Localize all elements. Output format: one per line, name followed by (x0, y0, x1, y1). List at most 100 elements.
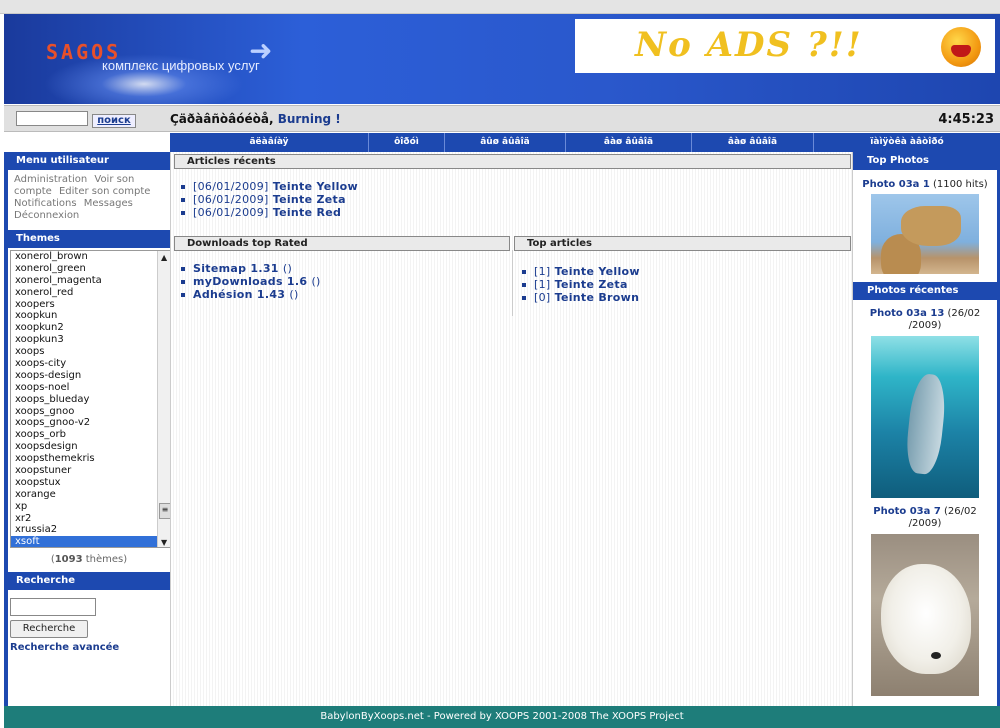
greeting-prefix: Çäðàâñòâóéòå, (170, 112, 274, 126)
article-date: [06/01/2009] (193, 180, 269, 193)
list-item[interactable]: Sitemap 1.31 () (179, 262, 321, 275)
polar-bear-photo[interactable] (871, 534, 979, 696)
top-articles-list: [1] Teinte Yellow [1] Teinte Zeta [0] Te… (520, 265, 640, 304)
theme-option[interactable]: xp (11, 501, 171, 513)
recent-photo-date-year: /2009) (908, 320, 942, 331)
search-button[interactable]: Recherche (10, 620, 88, 638)
scroll-up-icon[interactable]: ▲ (161, 253, 167, 262)
recent-photo-caption: Photo 03a 13 (26/02 /2009) (853, 308, 997, 332)
nav-item-5[interactable]: âàø âûâîä (692, 133, 814, 152)
theme-option-selected[interactable]: xsoft (11, 536, 171, 547)
theme-list-scrollbar[interactable]: ▲ ≡ ▼ (157, 251, 171, 547)
download-title[interactable]: Adhésion 1.43 (193, 288, 285, 301)
greeting-username: Burning ! (277, 112, 341, 126)
nav-item-4[interactable]: âàø âûâîä (566, 133, 692, 152)
theme-count-number: 1093 (54, 554, 83, 565)
search-bar: поиск Çäðàâñòâóéòå, Burning ! 4:45:23 (4, 105, 1000, 132)
user-menu-editer-compte[interactable]: Editer son compte (59, 186, 150, 197)
list-item[interactable]: [1] Teinte Yellow (520, 265, 640, 278)
nav-item-1[interactable]: ãëàâíàÿ (170, 133, 369, 152)
article-title[interactable]: Teinte Yellow (273, 180, 358, 193)
nav-item-3[interactable]: âûø âûâîä (445, 133, 566, 152)
right-sidebar: Top Photos Photo 03a 1 (1100 hits) Photo… (853, 152, 1000, 706)
greeting: Çäðàâñòâóéòå, Burning ! (170, 112, 341, 126)
nav-item-2[interactable]: ôîðóì (369, 133, 445, 152)
theme-option[interactable]: xoops_gnoo-v2 (11, 417, 171, 429)
recent-photo-name[interactable]: Photo 03a 7 (873, 506, 941, 517)
list-item[interactable]: myDownloads 1.6 () (179, 275, 321, 288)
arrow-right-icon: ➜ (249, 34, 273, 67)
theme-option[interactable]: xorange (11, 489, 171, 501)
advanced-search-link[interactable]: Recherche avancée (10, 642, 170, 653)
article-title[interactable]: Teinte Zeta (273, 193, 346, 206)
theme-option[interactable]: xoops_blueday (11, 394, 171, 406)
theme-option[interactable]: xoopstux (11, 477, 171, 489)
top-photo-caption: Photo 03a 1 (1100 hits) (853, 179, 997, 191)
download-count: () (289, 288, 299, 301)
theme-option[interactable]: xr2 (11, 513, 171, 525)
article-date: [06/01/2009] (193, 193, 269, 206)
user-menu-deconnexion[interactable]: Déconnexion (14, 210, 79, 221)
theme-option[interactable]: xoopkun (11, 310, 171, 322)
recent-photo-name[interactable]: Photo 03a 13 (870, 308, 945, 319)
top-photo-hits: (1100 hits) (933, 179, 988, 190)
camel-photo[interactable] (871, 194, 979, 274)
scroll-down-icon[interactable]: ▼ (161, 538, 167, 547)
top-articles-title: Top articles (514, 236, 851, 251)
list-item[interactable]: [06/01/2009] Teinte Zeta (179, 193, 358, 206)
search-input[interactable] (10, 598, 96, 616)
top-strip (0, 0, 1000, 14)
column-divider (512, 250, 513, 316)
ad-banner[interactable]: No ADS ?!! (575, 19, 995, 73)
theme-option[interactable]: xoops-city (11, 358, 171, 370)
downloads-list: Sitemap 1.31 () myDownloads 1.6 () Adhés… (179, 262, 321, 301)
theme-option[interactable]: xoopkun3 (11, 334, 171, 346)
smiley-icon (941, 27, 981, 67)
list-item[interactable]: [06/01/2009] Teinte Red (179, 206, 358, 219)
list-item[interactable]: [06/01/2009] Teinte Yellow (179, 180, 358, 193)
theme-option[interactable]: xonerol_magenta (11, 275, 171, 287)
user-menu-notifications[interactable]: Notifications (14, 198, 77, 209)
download-title[interactable]: myDownloads 1.6 (193, 275, 307, 288)
top-article-count: [1] (534, 278, 551, 291)
top-article-title[interactable]: Teinte Yellow (555, 265, 640, 278)
nav-item-6[interactable]: ïàìÿòêà àâòîðó (814, 133, 1000, 152)
recent-articles-title: Articles récents (174, 154, 851, 169)
article-date: [06/01/2009] (193, 206, 269, 219)
theme-option[interactable]: xonerol_green (11, 263, 171, 275)
theme-option[interactable]: xoopkun2 (11, 322, 171, 334)
top-article-title[interactable]: Teinte Brown (555, 291, 640, 304)
clock: 4:45:23 (938, 112, 994, 127)
left-sidebar: Menu utilisateur Administration Voir son… (4, 152, 172, 706)
theme-option[interactable]: xoopers (11, 299, 171, 311)
list-item[interactable]: [1] Teinte Zeta (520, 278, 640, 291)
theme-select-list[interactable]: xonerol_brown xonerol_green xonerol_mage… (10, 250, 172, 548)
downloads-title: Downloads top Rated (174, 236, 510, 251)
user-menu-messages[interactable]: Messages (84, 198, 133, 209)
theme-option[interactable]: xoops-design (11, 370, 171, 382)
top-article-title[interactable]: Teinte Zeta (555, 278, 628, 291)
main-content: Articles récents [06/01/2009] Teinte Yel… (170, 152, 853, 706)
theme-option[interactable]: xoops_gnoo (11, 406, 171, 418)
theme-option[interactable]: xoopstuner (11, 465, 171, 477)
theme-option[interactable]: xonerol_brown (11, 251, 171, 263)
theme-option[interactable]: xrussia2 (11, 524, 171, 536)
theme-option[interactable]: xoops (11, 346, 171, 358)
dolphin-photo[interactable] (871, 336, 979, 498)
theme-option[interactable]: xoopsdesign (11, 441, 171, 453)
quick-search-button[interactable]: поиск (92, 114, 136, 128)
top-photo-name[interactable]: Photo 03a 1 (862, 179, 930, 190)
theme-option[interactable]: xonerol_red (11, 287, 171, 299)
theme-option[interactable]: xoops-noel (11, 382, 171, 394)
quick-search-input[interactable] (16, 111, 88, 126)
list-item[interactable]: Adhésion 1.43 () (179, 288, 321, 301)
theme-option[interactable]: xoops_orb (11, 429, 171, 441)
theme-option[interactable]: xoopsthemekris (11, 453, 171, 465)
download-count: () (282, 262, 293, 275)
download-title[interactable]: Sitemap 1.31 (193, 262, 279, 275)
list-item[interactable]: [0] Teinte Brown (520, 291, 640, 304)
article-title[interactable]: Teinte Red (273, 206, 341, 219)
top-article-count: [1] (534, 265, 551, 278)
recent-photo-date: (26/02 (947, 308, 981, 319)
user-menu-administration[interactable]: Administration (14, 174, 87, 185)
